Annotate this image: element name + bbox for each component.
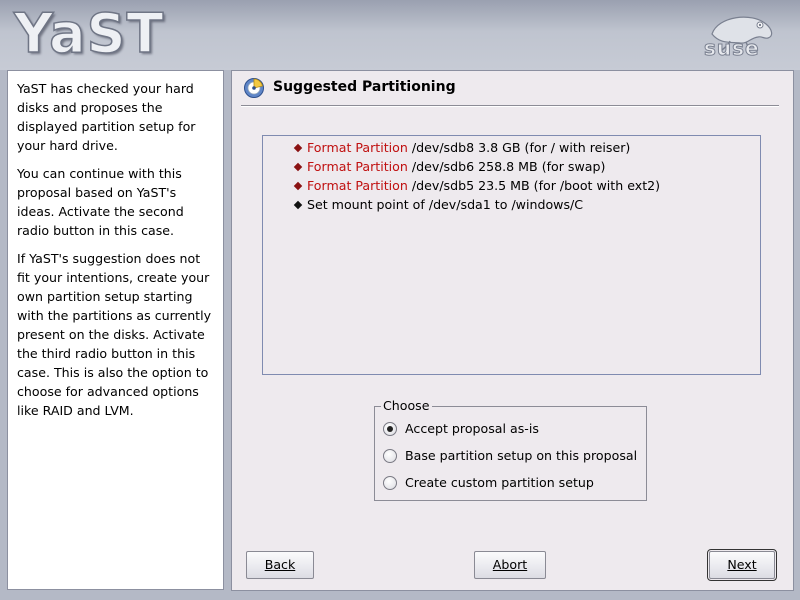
radio-label: Accept proposal as-is <box>405 421 539 436</box>
proposal-detail: Set mount point of /dev/sda1 to /windows… <box>307 197 584 212</box>
diamond-bullet-icon <box>293 143 303 153</box>
help-panel: YaST has checked your hard disks and pro… <box>7 70 224 590</box>
radio-button[interactable] <box>383 476 397 490</box>
help-paragraph-2: You can continue with this proposal base… <box>17 166 184 238</box>
radio-button-selected[interactable] <box>383 422 397 436</box>
proposal-item: Format Partition /dev/sdb6 258.8 MB (for… <box>293 159 760 178</box>
header-bar: YaST suse <box>0 0 800 70</box>
back-button[interactable]: Back <box>246 551 314 579</box>
choose-legend: Choose <box>381 398 432 414</box>
abort-button-label: Abort <box>492 557 528 572</box>
back-button-label: Back <box>264 557 296 572</box>
next-button[interactable]: Next <box>707 549 777 581</box>
proposal-action: Format Partition <box>307 159 408 174</box>
proposal-detail: /dev/sdb6 258.8 MB (for swap) <box>407 159 606 174</box>
help-paragraph-1: YaST has checked your hard disks and pro… <box>17 81 196 153</box>
proposal-action: Format Partition <box>307 140 408 155</box>
dialog-title: Suggested Partitioning <box>273 79 456 95</box>
diamond-bullet-icon <box>293 200 303 210</box>
choose-group: Choose Accept proposal as-is Base partit… <box>374 398 647 501</box>
dialog-content: Suggested Partitioning Format Partition … <box>231 70 794 591</box>
yast-logo: YaST <box>13 1 165 66</box>
diamond-bullet-icon <box>293 181 303 191</box>
hard-disk-icon <box>244 78 264 98</box>
proposal-action: Format Partition <box>307 178 408 193</box>
abort-button[interactable]: Abort <box>474 551 546 579</box>
next-button-label: Next <box>727 557 757 572</box>
proposal-item: Format Partition /dev/sdb8 3.8 GB (for /… <box>293 140 760 159</box>
proposal-item: Set mount point of /dev/sda1 to /windows… <box>293 197 760 216</box>
proposal-detail: /dev/sdb8 3.8 GB (for / with reiser) <box>407 140 631 155</box>
proposal-item: Format Partition /dev/sdb5 23.5 MB (for … <box>293 178 760 197</box>
diamond-bullet-icon <box>293 162 303 172</box>
help-paragraph-3: If YaST's suggestion does not fit your i… <box>17 251 212 418</box>
radio-label: Create custom partition setup <box>405 475 594 490</box>
proposal-list[interactable]: Format Partition /dev/sdb8 3.8 GB (for /… <box>262 135 761 375</box>
title-divider <box>241 105 779 107</box>
suse-logo-text: suse <box>704 36 760 61</box>
radio-label: Base partition setup on this proposal <box>405 448 638 463</box>
proposal-detail: /dev/sdb5 23.5 MB (for /boot with ext2) <box>407 178 661 193</box>
radio-button[interactable] <box>383 449 397 463</box>
